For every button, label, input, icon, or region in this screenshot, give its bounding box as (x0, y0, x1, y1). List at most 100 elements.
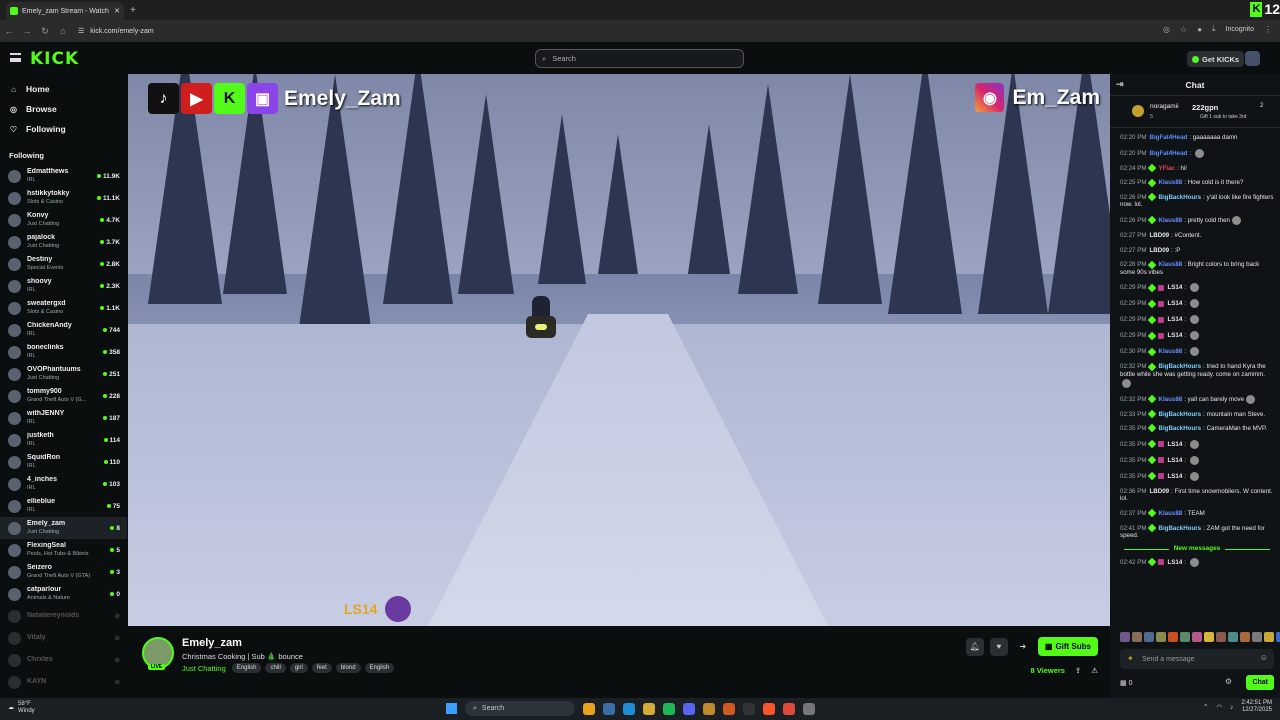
message-username[interactable]: Klaus88 (1158, 510, 1182, 517)
eye-off-icon[interactable]: ◎ (1163, 25, 1170, 34)
tag[interactable]: blond (335, 663, 361, 673)
tag[interactable]: chill (265, 663, 286, 673)
tag[interactable]: feet (311, 663, 332, 673)
streamer-name[interactable]: Emely_zam (182, 637, 242, 649)
report-icon[interactable]: ⚠ (1091, 666, 1098, 675)
sidebar-channel[interactable]: FlexingSeal Pools, Hot Tubs & Bikinis 5 (0, 539, 127, 561)
terminal-icon[interactable] (743, 702, 755, 715)
message-username[interactable]: LS14 (1167, 316, 1182, 323)
emote-icon[interactable] (1168, 632, 1178, 642)
emote-icon[interactable] (1252, 632, 1262, 642)
message-username[interactable]: LS14 (1167, 441, 1182, 448)
sidebar-channel[interactable]: catparlour Animals & Nature 0 (0, 583, 127, 605)
sidebar-channel-offline[interactable]: Chrxles ⊘ (0, 649, 127, 671)
sidebar-channel[interactable]: withJENNY IRL 187 (0, 407, 127, 429)
message-username[interactable]: BigBackHours (1158, 194, 1201, 201)
sidebar-channel[interactable]: tommy900 Grand Theft Auto V (G... 228 (0, 385, 127, 407)
message-username[interactable]: Klaus88 (1158, 217, 1182, 224)
chat-send-button[interactable]: Chat (1246, 675, 1274, 690)
menu-icon[interactable]: ⋮ (1264, 25, 1272, 34)
emote-icon[interactable] (1156, 632, 1166, 642)
emote-icon[interactable] (1276, 632, 1280, 642)
edge-icon[interactable] (623, 702, 635, 715)
nav-home[interactable]: ⌂ Home (0, 79, 127, 99)
sidebar-channel[interactable]: ChickenAndy IRL 744 (0, 319, 127, 341)
sidebar-channel[interactable]: Konvy Just Chatting 4.7K (0, 209, 127, 231)
sidebar-channel[interactable]: Emely_zam Just Chatting 8 (0, 517, 127, 539)
sidebar-channel-offline[interactable]: Nataliereynolds ⊘ (0, 605, 127, 627)
message-username[interactable]: BigBackHours (1158, 411, 1201, 418)
message-username[interactable]: Klaus88 (1158, 179, 1182, 186)
app-icon[interactable] (723, 702, 735, 715)
collapse-chat-icon[interactable]: ⇥ (1116, 79, 1124, 90)
download-icon[interactable]: ⤓ (1212, 24, 1216, 34)
emote-icon[interactable] (1228, 632, 1238, 642)
message-username[interactable]: Klaus88 (1158, 348, 1182, 355)
sidebar-channel[interactable]: hstikkytokky Slots & Casino 11.1K (0, 187, 127, 209)
close-icon[interactable]: ✕ (114, 7, 120, 15)
sidebar-channel[interactable]: sweatergxd Slots & Casino 1.1K (0, 297, 127, 319)
sidebar-channel-offline[interactable]: KAYN ⊘ (0, 671, 127, 693)
folder-icon[interactable] (643, 702, 655, 715)
emote-icon[interactable] (1240, 632, 1250, 642)
user-avatar[interactable] (1245, 51, 1260, 66)
url-field[interactable]: ☰ kick.com/emely-zam (78, 27, 154, 36)
message-username[interactable]: LS14 (1167, 457, 1182, 464)
message-username[interactable]: LBD09 (1149, 488, 1169, 495)
sidebar-channel[interactable]: Destiny Special Events 2.8K (0, 253, 127, 275)
tag[interactable]: English (364, 663, 395, 673)
app-icon[interactable] (803, 702, 815, 715)
bell-icon[interactable]: 🔔︎ (965, 637, 984, 656)
sidebar-channel[interactable]: SquidRon IRL 110 (0, 451, 127, 473)
clock[interactable]: 2:42:51 PM 12/27/2025 (1241, 700, 1272, 714)
hamburger-menu-icon[interactable] (10, 53, 21, 62)
obs-icon[interactable] (783, 702, 795, 715)
message-username[interactable]: BigBackHours (1158, 363, 1201, 370)
emote-icon[interactable] (1192, 632, 1202, 642)
message-username[interactable]: LS14 (1167, 332, 1182, 339)
chat-message-input[interactable]: ✦ Send a message ☺ (1120, 649, 1274, 669)
message-username[interactable]: BigFat4Head (1149, 150, 1187, 157)
share-icon[interactable]: ⇪ (1075, 666, 1081, 675)
message-username[interactable]: LS14 (1167, 473, 1182, 480)
back-icon[interactable]: ← (0, 26, 18, 36)
extension-icon[interactable]: ● (1197, 25, 1202, 34)
weather-widget[interactable]: ☁ 58°F Windy (8, 701, 35, 715)
sidebar-channel[interactable]: shoovy IRL 2.3K (0, 275, 127, 297)
message-username[interactable]: LS14 (1167, 300, 1182, 307)
browser-tab[interactable]: Emely_zam Stream - Watch ✕ (6, 2, 124, 20)
chevron-up-icon[interactable]: ⌃ (1203, 703, 1208, 711)
sidebar-channel[interactable]: justketh IRL 114 (0, 429, 127, 451)
nav-browse[interactable]: ◎ Browse (0, 99, 127, 119)
message-username[interactable]: LBD09 (1149, 247, 1169, 254)
sidebar-channel[interactable]: ellieblue IRL 75 (0, 495, 127, 517)
settings-gear-icon[interactable]: ⚙ (1225, 677, 1232, 686)
sidebar-channel[interactable]: OVOPhantuums Just Chatting 251 (0, 363, 127, 385)
nav-following[interactable]: ♡ Following (0, 119, 127, 139)
spotify-icon[interactable] (663, 702, 675, 715)
brave-icon[interactable] (763, 702, 775, 715)
volume-icon[interactable]: ♪ (1230, 704, 1233, 711)
message-username[interactable]: Klaus88 (1158, 261, 1182, 268)
emote-icon[interactable] (1264, 632, 1274, 642)
windows-start-icon[interactable] (446, 703, 457, 714)
gift-subs-button[interactable]: ▦ Gift Subs (1037, 637, 1098, 656)
tag[interactable]: English (231, 663, 262, 673)
tag[interactable]: girl (289, 663, 308, 673)
emote-icon[interactable] (1216, 632, 1226, 642)
message-username[interactable]: BigBackHours (1158, 425, 1201, 432)
sidebar-channel-offline[interactable]: Vitaly ⊘ (0, 627, 127, 649)
message-username[interactable]: YFlac (1158, 165, 1175, 172)
chrome-icon[interactable] (583, 702, 595, 715)
sidebar-channel[interactable]: 4_inches IRL 103 (0, 473, 127, 495)
taskbar-search[interactable]: ⌕ Search (465, 701, 575, 716)
kick-logo[interactable]: KICK (30, 49, 79, 69)
follow-heart-icon[interactable]: ♥ (989, 637, 1008, 656)
emote-icon[interactable] (1120, 632, 1130, 642)
emoji-icon[interactable]: ☺ (1260, 653, 1268, 662)
sidebar-channel[interactable]: Seizero Grand Theft Auto V (GTA) 3 (0, 561, 127, 583)
message-username[interactable]: LBD09 (1149, 232, 1169, 239)
message-username[interactable]: BigBackHours (1158, 525, 1201, 532)
forward-icon[interactable]: → (18, 26, 36, 36)
taskview-icon[interactable] (603, 702, 615, 715)
